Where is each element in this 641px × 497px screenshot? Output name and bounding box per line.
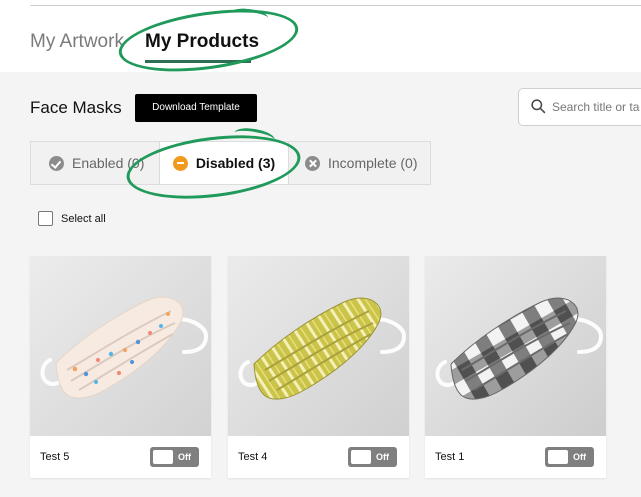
- product-card[interactable]: Test 4 Off: [228, 256, 409, 478]
- select-all-control[interactable]: Select all: [38, 211, 106, 226]
- toggle-label: Off: [573, 452, 586, 462]
- status-tabs: Enabled (0) Disabled (3) Incomplete (0): [30, 141, 431, 185]
- tab-enabled[interactable]: Enabled (0): [49, 142, 144, 184]
- product-card[interactable]: Test 1 Off: [425, 256, 606, 478]
- check-circle-icon: [49, 155, 64, 171]
- toggle-knob: [351, 450, 371, 464]
- minus-circle-icon: [172, 155, 188, 171]
- mask-image: [228, 256, 409, 436]
- search-icon: [531, 99, 546, 114]
- product-card[interactable]: Test 5 Off: [30, 256, 211, 478]
- product-image: [228, 256, 409, 436]
- off-toggle[interactable]: Off: [545, 447, 594, 467]
- product-image: [30, 256, 211, 436]
- active-tab-underline: [145, 60, 251, 63]
- search-input[interactable]: [552, 97, 640, 117]
- tab-my-artwork[interactable]: My Artwork: [30, 30, 124, 54]
- product-image: [425, 256, 606, 436]
- select-all-label: Select all: [61, 212, 106, 225]
- toggle-knob: [153, 450, 173, 464]
- tab-incomplete[interactable]: Incomplete (0): [305, 142, 417, 184]
- search-box[interactable]: [518, 88, 641, 126]
- download-template-button[interactable]: Download Template: [135, 94, 257, 122]
- toggle-label: Off: [178, 452, 191, 462]
- off-toggle[interactable]: Off: [348, 447, 397, 467]
- top-divider: [30, 5, 641, 6]
- toggle-knob: [548, 450, 568, 464]
- select-all-checkbox[interactable]: [38, 211, 53, 226]
- tab-my-products[interactable]: My Products: [145, 30, 259, 54]
- annotation-tail: [229, 6, 269, 25]
- section-title: Face Masks: [30, 98, 122, 117]
- product-name: Test 5: [40, 451, 70, 463]
- top-header: My Artwork My Products: [0, 0, 641, 82]
- x-circle-icon: [305, 155, 320, 171]
- product-name: Test 1: [435, 451, 465, 463]
- tab-incomplete-label: Incomplete (0): [328, 155, 418, 171]
- toggle-label: Off: [376, 452, 389, 462]
- off-toggle[interactable]: Off: [150, 447, 199, 467]
- mask-image: [425, 256, 606, 436]
- tab-disabled[interactable]: Disabled (3): [159, 142, 289, 184]
- mask-image: [30, 256, 211, 436]
- product-name: Test 4: [238, 451, 268, 463]
- tab-disabled-label: Disabled (3): [195, 155, 276, 171]
- tab-enabled-label: Enabled (0): [72, 155, 145, 171]
